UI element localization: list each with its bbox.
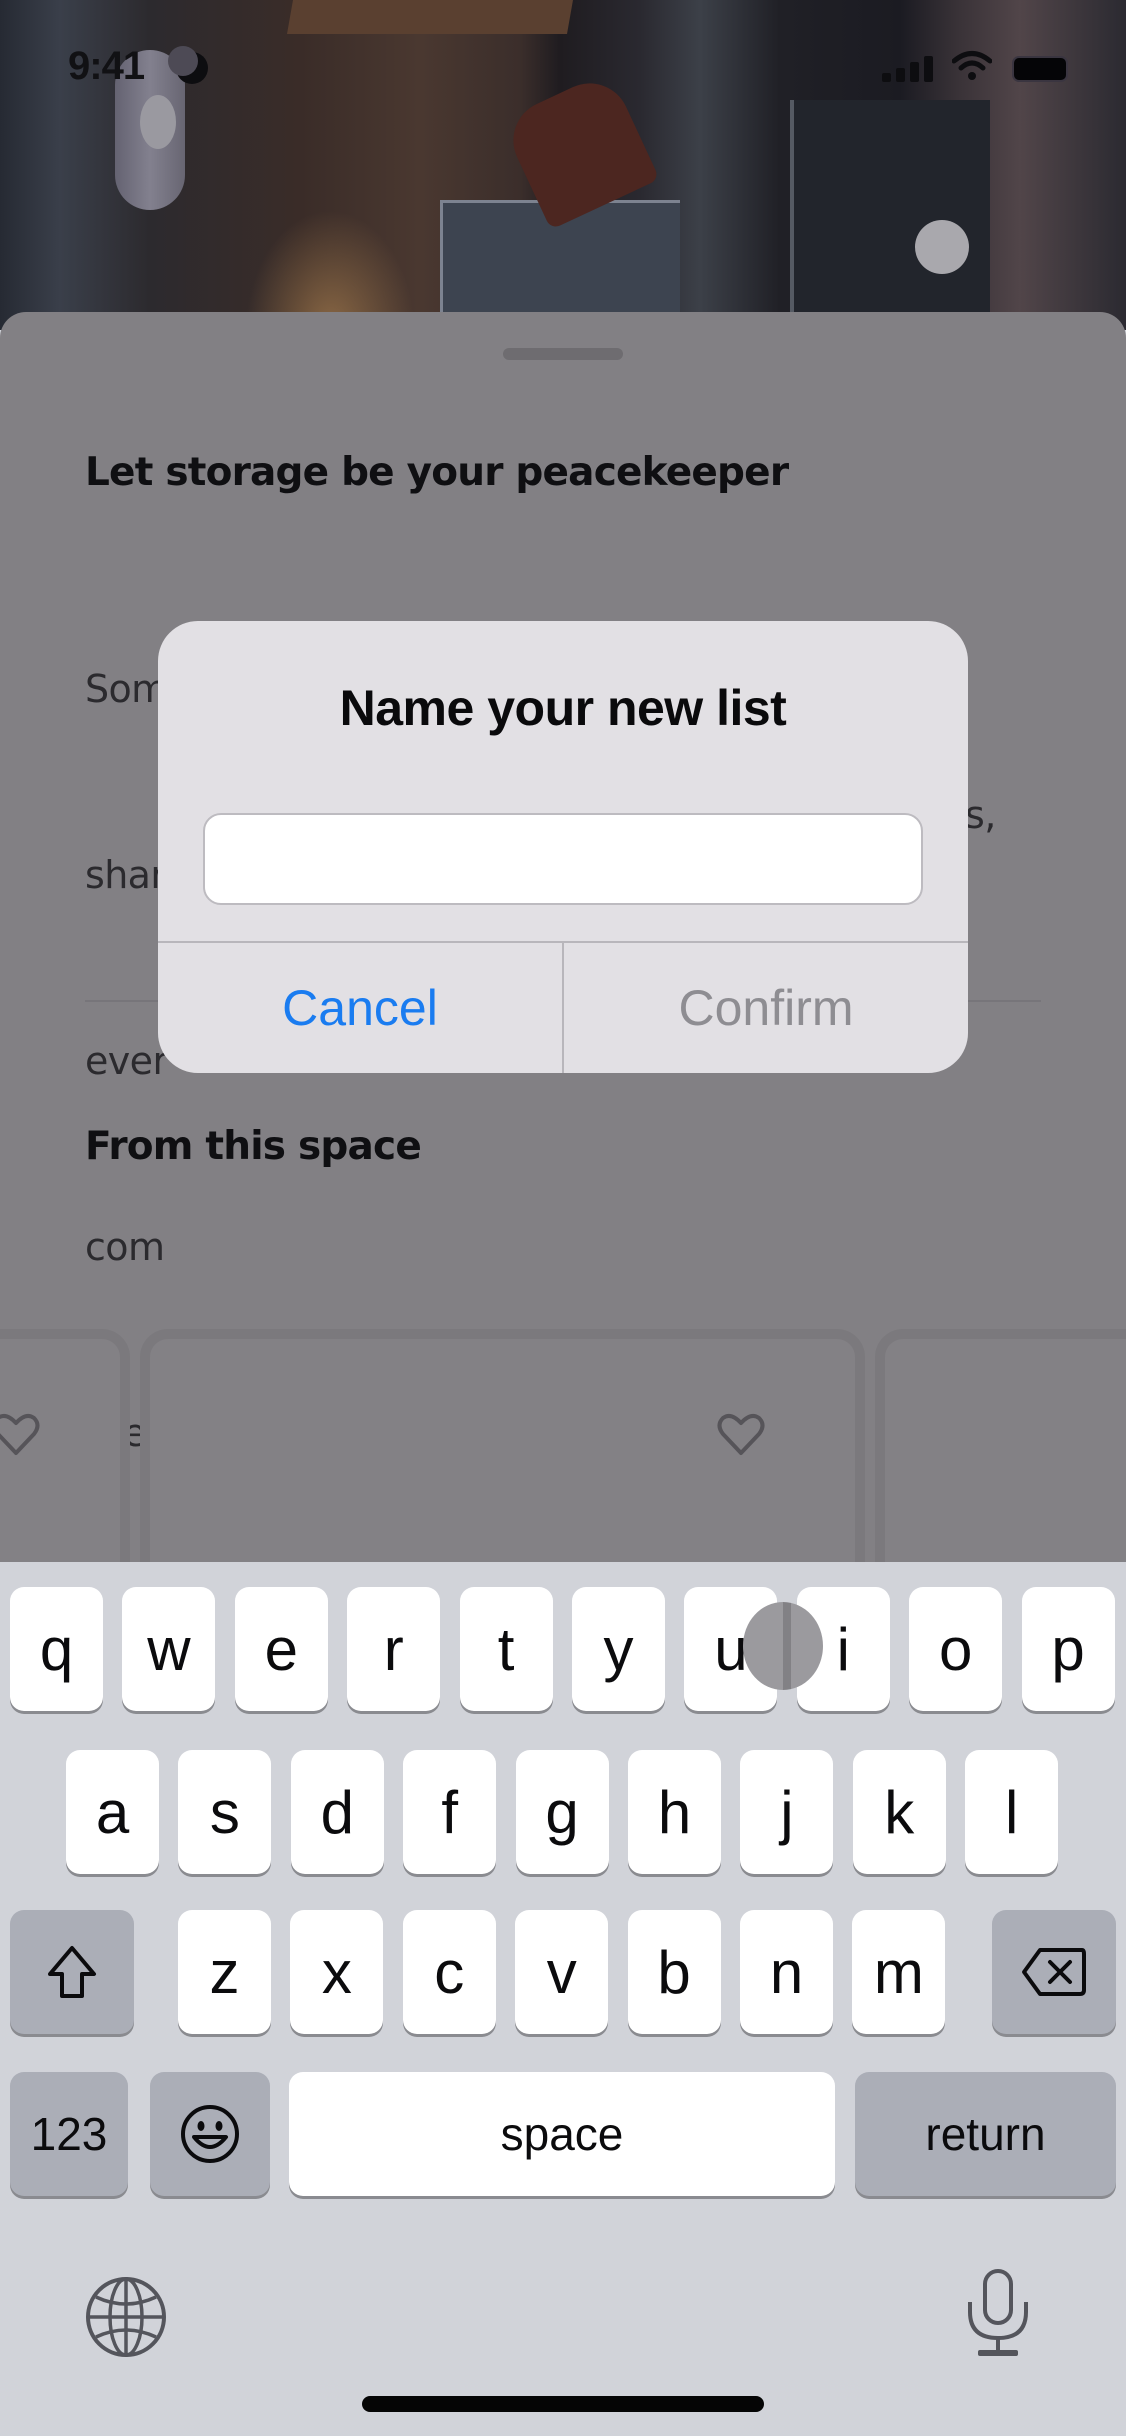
emoji-key[interactable] <box>150 2072 270 2196</box>
shift-key[interactable] <box>10 1910 134 2034</box>
section-title: From this space <box>85 1124 422 1169</box>
key-h[interactable]: h <box>628 1750 721 1874</box>
delete-key[interactable] <box>992 1910 1116 2034</box>
key-s[interactable]: s <box>178 1750 272 1874</box>
heart-outline-icon[interactable] <box>713 1407 769 1463</box>
globe-icon[interactable] <box>86 2277 166 2357</box>
article-title: Let storage be your peacekeeper <box>85 450 789 495</box>
microphone-icon[interactable] <box>966 2268 1030 2360</box>
status-time: 9:41 <box>68 44 145 88</box>
numbers-key[interactable]: 123 <box>10 2072 128 2196</box>
battery-icon <box>1012 56 1068 82</box>
moon-icon <box>168 46 208 84</box>
key-v[interactable]: v <box>515 1910 609 2034</box>
key-w[interactable]: w <box>122 1587 216 1711</box>
heart-outline-icon[interactable] <box>0 1407 44 1463</box>
product-card[interactable] <box>885 1339 1126 1572</box>
key-d[interactable]: d <box>290 1750 384 1874</box>
key-a[interactable]: a <box>66 1750 159 1874</box>
key-e[interactable]: e <box>234 1587 328 1711</box>
key-c[interactable]: c <box>402 1910 496 2034</box>
touch-indicator <box>743 1602 823 1690</box>
confirm-button[interactable]: Confirm <box>564 943 968 1073</box>
dialog-title: Name your new list <box>339 680 787 736</box>
return-key[interactable]: return <box>855 2072 1116 2196</box>
space-key[interactable]: space <box>289 2072 835 2196</box>
shift-icon <box>48 1946 96 1998</box>
status-bar: 9:41 <box>0 0 1126 140</box>
key-n[interactable]: n <box>740 1910 833 2034</box>
key-g[interactable]: g <box>515 1750 609 1874</box>
cancel-button[interactable]: Cancel <box>158 943 562 1073</box>
hotspot-dot[interactable] <box>915 220 969 274</box>
key-y[interactable]: y <box>572 1587 665 1711</box>
key-t[interactable]: t <box>459 1587 553 1711</box>
key-z[interactable]: z <box>178 1910 271 2034</box>
cellular-signal-icon <box>882 56 938 82</box>
name-list-dialog: Name your new list Cancel Confirm <box>158 621 968 1073</box>
wifi-icon <box>952 51 992 80</box>
key-b[interactable]: b <box>627 1910 721 2034</box>
article-body-fragment: s, <box>965 793 996 837</box>
key-r[interactable]: r <box>347 1587 441 1711</box>
key-o[interactable]: o <box>909 1587 1003 1711</box>
delete-backspace-icon <box>1022 1948 1086 1996</box>
key-k[interactable]: k <box>852 1750 946 1874</box>
key-q[interactable]: q <box>10 1587 103 1711</box>
article-body-line: com <box>85 1225 165 1269</box>
key-p[interactable]: p <box>1021 1587 1115 1711</box>
key-f[interactable]: f <box>403 1750 497 1874</box>
key-l[interactable]: l <box>965 1750 1059 1874</box>
sheet-grabber[interactable] <box>503 348 623 360</box>
key-j[interactable]: j <box>740 1750 834 1874</box>
home-indicator[interactable] <box>362 2396 764 2412</box>
key-x[interactable]: x <box>290 1910 384 2034</box>
key-m[interactable]: m <box>852 1910 946 2034</box>
emoji-icon <box>181 2105 239 2163</box>
keyboard: 123 space return qwertyuiopasdfghjklzxcv… <box>0 1562 1126 2436</box>
list-name-input[interactable] <box>203 813 923 905</box>
